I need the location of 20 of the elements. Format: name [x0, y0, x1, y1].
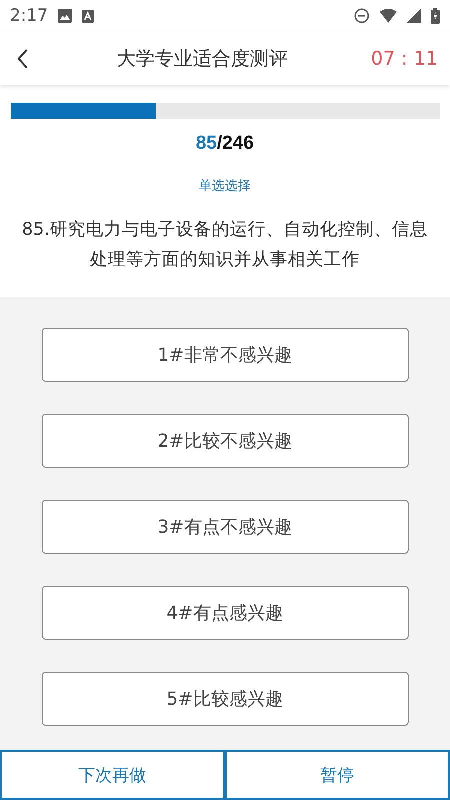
- question-type: 单选选择: [199, 178, 251, 195]
- page-title: 大学专业适合度测评: [116, 46, 290, 72]
- image-icon: [58, 9, 72, 23]
- question-counter: 85/246: [196, 133, 254, 155]
- answer-option[interactable]: 4#有点感兴趣: [42, 586, 408, 640]
- answer-option[interactable]: 5#比较感兴趣: [42, 672, 408, 726]
- signal-icon: [407, 9, 421, 23]
- later-button[interactable]: 下次再做: [0, 750, 225, 800]
- question-text: 85.研究电力与电子设备的运行、自动化控制、信息处理等方面的知识并从事相关工作: [21, 219, 429, 272]
- do-not-disturb-icon: [354, 8, 370, 24]
- pause-button[interactable]: 暂停: [225, 750, 450, 800]
- countdown-timer: 07 : 11: [371, 48, 438, 70]
- font-icon: [82, 10, 94, 22]
- answer-option[interactable]: 1#非常不感兴趣: [42, 328, 408, 382]
- back-chevron-icon[interactable]: [16, 48, 30, 70]
- answer-option[interactable]: 2#比较不感兴趣: [42, 414, 408, 468]
- battery-icon: [431, 8, 440, 24]
- wifi-icon: [380, 9, 397, 23]
- answer-option[interactable]: 3#有点不感兴趣: [42, 500, 408, 554]
- status-time: 2:17: [10, 6, 48, 26]
